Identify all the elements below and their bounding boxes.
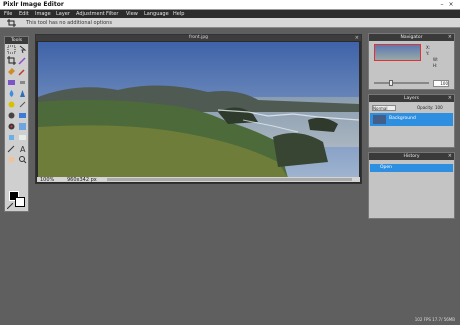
- history-item-label: Open: [380, 165, 393, 170]
- opacity-label: Opacity:: [417, 105, 434, 110]
- pen-icon[interactable]: [7, 144, 16, 153]
- svg-text:A: A: [20, 145, 26, 153]
- horizontal-scrollbar[interactable]: [107, 178, 352, 181]
- close-navigator-icon[interactable]: ×: [448, 34, 452, 41]
- title-bar: Pixlr Image Editor – ×: [0, 0, 460, 10]
- zoom-input[interactable]: 100: [433, 80, 449, 87]
- close-icon[interactable]: ×: [447, 1, 455, 8]
- menu-language[interactable]: Language: [144, 11, 169, 17]
- close-history-icon[interactable]: ×: [448, 153, 452, 160]
- zoom-level[interactable]: 100%: [40, 177, 54, 183]
- layer-row-background[interactable]: Background: [370, 113, 453, 126]
- nav-w-label: W:: [433, 57, 439, 62]
- menu-filter[interactable]: Filter: [106, 11, 118, 17]
- history-header: History ×: [369, 153, 454, 160]
- gradient-icon[interactable]: [7, 78, 16, 87]
- sponge-icon[interactable]: [7, 100, 16, 109]
- image-canvas[interactable]: [38, 42, 359, 178]
- menu-layer[interactable]: Layer: [56, 11, 70, 17]
- image-size: 960x342 px: [67, 177, 97, 183]
- sharpen-icon[interactable]: [18, 89, 27, 98]
- burn-icon[interactable]: [18, 111, 27, 120]
- smudge-icon[interactable]: [18, 100, 27, 109]
- menu-adjustment[interactable]: Adjustment: [76, 11, 105, 17]
- layers-header: Layers ×: [369, 95, 454, 102]
- crop-icon[interactable]: [7, 19, 16, 27]
- layer-name: Background: [389, 116, 416, 121]
- navigator-thumbnail[interactable]: [374, 44, 421, 61]
- navigator-panel: Navigator × X: Y: W: H: 100: [368, 33, 455, 90]
- options-text: This tool has no additional options: [26, 20, 112, 26]
- wand-icon[interactable]: [18, 56, 27, 65]
- spot-heal-icon[interactable]: [18, 122, 27, 131]
- dodge-icon[interactable]: [7, 111, 16, 120]
- history-item[interactable]: Open: [370, 164, 453, 172]
- tools-panel: Tools A: [4, 36, 29, 212]
- color-replace-icon[interactable]: [18, 133, 27, 142]
- blend-mode-select[interactable]: Normal: [372, 105, 396, 111]
- close-layers-icon[interactable]: ×: [448, 95, 452, 102]
- menu-bar: File Edit Image Layer Adjustment Filter …: [0, 10, 460, 18]
- document-window: front.jpg × 100% 960x342 px: [35, 34, 362, 184]
- zoom-slider[interactable]: [374, 82, 429, 84]
- menu-help[interactable]: Help: [173, 11, 184, 17]
- nav-h-label: H:: [433, 63, 438, 68]
- close-document-icon[interactable]: ×: [355, 35, 359, 41]
- marquee-icon[interactable]: [7, 45, 16, 54]
- navigator-header: Navigator ×: [369, 34, 454, 41]
- menu-file[interactable]: File: [4, 11, 12, 17]
- brush-icon[interactable]: [18, 67, 27, 76]
- crop-tool-icon[interactable]: [7, 56, 16, 65]
- nav-x-label: X:: [426, 45, 431, 50]
- red-eye-icon[interactable]: [7, 122, 16, 131]
- bucket-icon[interactable]: [7, 67, 16, 76]
- options-bar: This tool has no additional options: [0, 18, 460, 28]
- document-status-bar: 100% 960x342 px: [37, 177, 360, 183]
- hand-icon[interactable]: [7, 155, 16, 164]
- minimize-icon[interactable]: –: [438, 1, 446, 8]
- background-color[interactable]: [15, 197, 25, 207]
- document-title: front.jpg: [188, 35, 209, 40]
- app-title: Pixlr Image Editor: [3, 1, 64, 8]
- menu-image[interactable]: Image: [35, 11, 51, 17]
- layer-thumbnail: [373, 115, 386, 124]
- layers-panel: Layers × Normal Opacity: 100 Background: [368, 94, 455, 148]
- menu-edit[interactable]: Edit: [19, 11, 29, 17]
- swap-colors-icon[interactable]: [7, 203, 13, 209]
- history-panel: History × Open: [368, 152, 455, 219]
- stamp-icon[interactable]: [7, 133, 16, 142]
- eraser-icon[interactable]: [18, 78, 27, 87]
- document-header: front.jpg ×: [36, 35, 361, 41]
- status-fps: 102 FPS 17.7/ 56MB: [414, 317, 455, 322]
- zoom-slider-handle[interactable]: [389, 80, 393, 86]
- tools-panel-header: Tools: [5, 37, 28, 44]
- opacity-value[interactable]: 100: [435, 105, 443, 110]
- type-icon[interactable]: A: [18, 144, 27, 153]
- move-icon[interactable]: [18, 45, 27, 54]
- drop-icon[interactable]: [7, 89, 16, 98]
- menu-view[interactable]: View: [126, 11, 138, 17]
- nav-y-label: Y:: [426, 51, 430, 56]
- zoom-icon[interactable]: [18, 155, 27, 164]
